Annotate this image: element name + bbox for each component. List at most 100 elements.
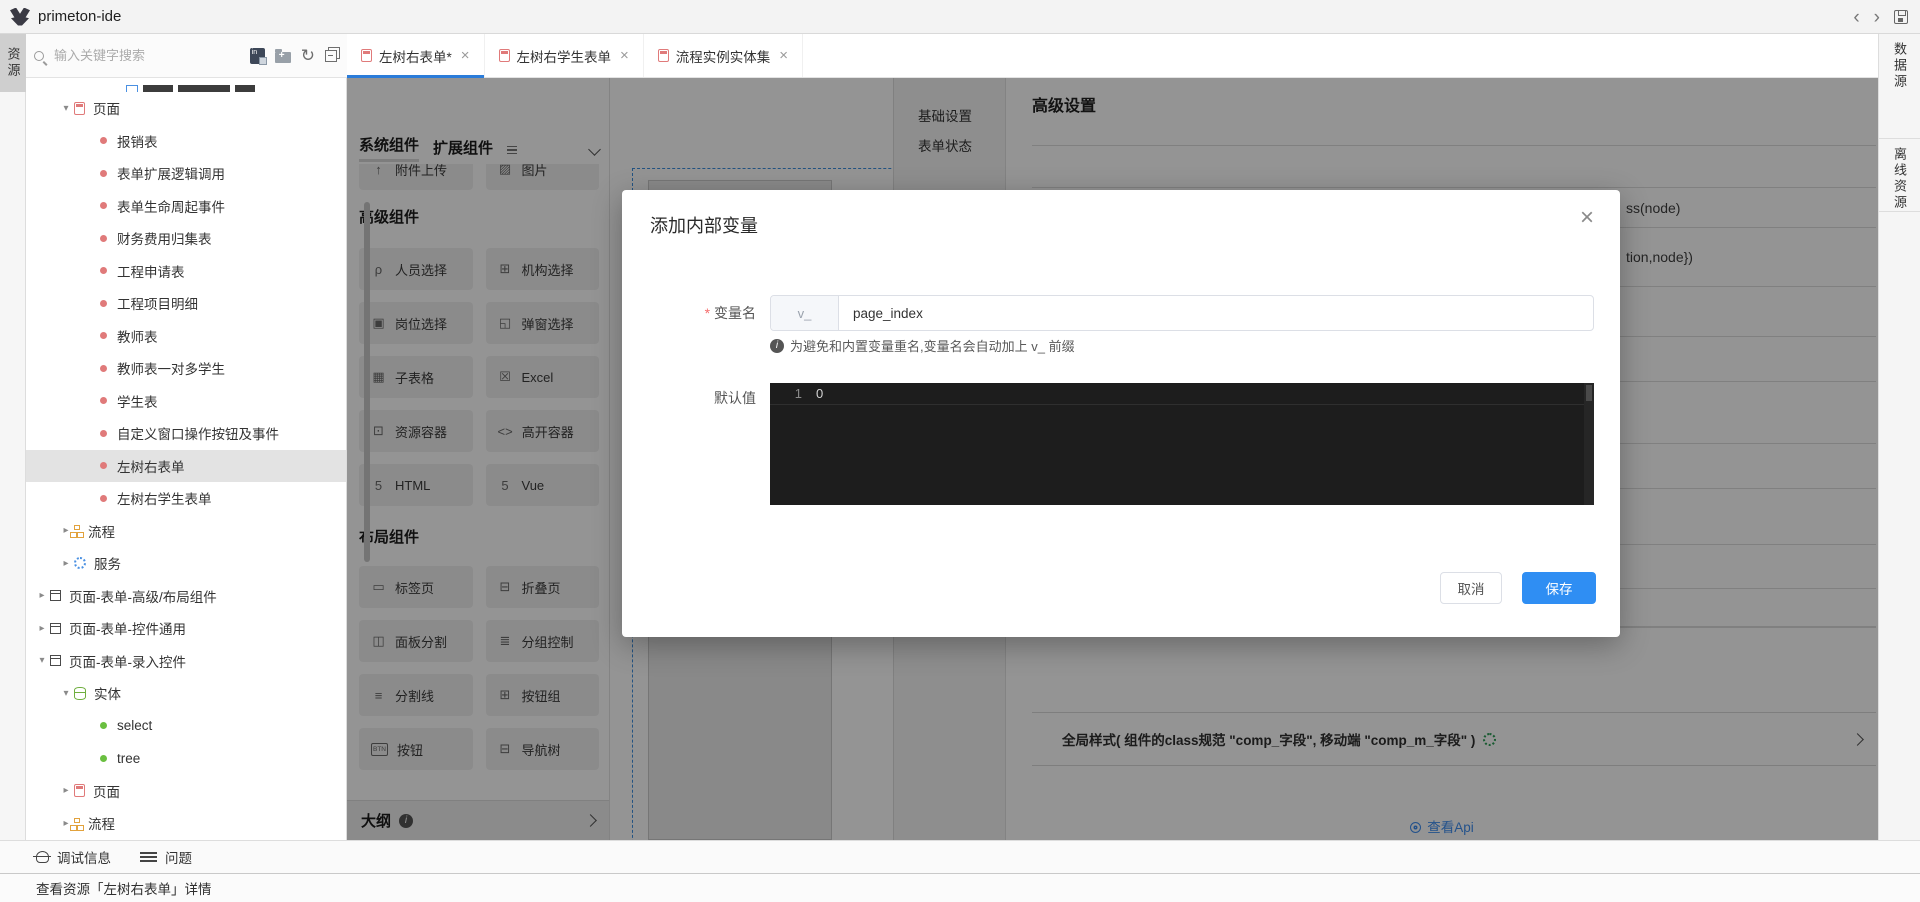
tree-item[interactable]: 教师表: [26, 320, 346, 353]
tree-item-label: 左树右学生表单: [117, 488, 212, 508]
issues-button[interactable]: 问题: [145, 847, 192, 867]
refresh-icon[interactable]: ↻: [301, 47, 315, 64]
right-strip-tab[interactable]: 离线资源: [1879, 139, 1920, 212]
tab-close-icon[interactable]: ×: [461, 47, 470, 64]
tree-item-label: 工程申请表: [117, 261, 185, 281]
tree-item-icon: [50, 590, 61, 601]
activity-strip: 资源: [0, 34, 26, 840]
save-icon[interactable]: [1894, 10, 1908, 24]
tree-item-label: 页面-表单-控件通用: [69, 618, 186, 638]
expand-arrow-icon[interactable]: [34, 623, 50, 634]
debug-icon: [36, 851, 49, 863]
expand-arrow-icon[interactable]: [58, 785, 74, 796]
tree-item-icon: [50, 655, 61, 666]
editor-scrollbar[interactable]: [1584, 383, 1594, 505]
new-folder-icon[interactable]: [275, 52, 291, 63]
tree-item-icon: [74, 687, 86, 700]
tree-item-label: 页面: [93, 98, 120, 118]
expand-arrow-icon[interactable]: [58, 688, 74, 699]
tree-item[interactable]: 页面: [26, 92, 346, 125]
tree-item[interactable]: 左树右学生表单: [26, 482, 346, 515]
add-internal-variable-dialog: 添加内部变量 × 变量名 v_ i 为避免和内置变量重名,变量名会自动加上 v_…: [622, 190, 1620, 637]
tree-item-icon: [100, 300, 107, 307]
resource-tree: 页面 报销表 表单扩展逻辑调用 表单生命周起事件 财务费用归集表: [26, 92, 346, 840]
dialog-close-icon[interactable]: ×: [1580, 206, 1594, 230]
tree-item[interactable]: 页面-表单-控件通用: [26, 612, 346, 645]
tree-item-icon: [50, 623, 61, 634]
editor-tab[interactable]: 左树右表单* ×: [347, 34, 485, 77]
tree-item[interactable]: 流程: [26, 807, 346, 840]
tree-item-label: 服务: [94, 553, 121, 573]
app-logo-icon: [10, 8, 30, 26]
activity-tab-resources[interactable]: 资源: [0, 34, 26, 92]
tree-item-icon: [74, 784, 85, 797]
tree-item[interactable]: tree: [26, 742, 346, 775]
collapse-all-icon[interactable]: [325, 50, 337, 62]
tree-item[interactable]: 左树右表单: [26, 450, 346, 483]
tree-item-icon: [100, 462, 107, 469]
tree-item[interactable]: 表单生命周起事件: [26, 190, 346, 223]
tree-item[interactable]: 工程项目明细: [26, 287, 346, 320]
default-value-code-editor[interactable]: 1 0: [770, 383, 1594, 505]
tree-item-label: 实体: [94, 683, 121, 703]
nav-forward-icon[interactable]: ›: [1874, 8, 1880, 27]
tree-item-icon: [100, 170, 107, 177]
tree-item-icon: [100, 332, 107, 339]
search-input[interactable]: [52, 47, 192, 64]
tab-close-icon[interactable]: ×: [620, 47, 629, 64]
tab-label: 流程实例实体集: [676, 46, 771, 66]
partial-tree-item: [26, 78, 346, 92]
expand-arrow-icon[interactable]: [34, 590, 50, 601]
tree-item[interactable]: 服务: [26, 547, 346, 580]
tree-item[interactable]: 工程申请表: [26, 255, 346, 288]
hint-info-icon: i: [770, 339, 784, 353]
line-number: 1: [770, 383, 816, 404]
tree-item-icon: [74, 525, 80, 530]
tree-item[interactable]: 页面: [26, 775, 346, 808]
new-resource-icon[interactable]: [250, 48, 265, 64]
tree-item-label: 页面-表单-录入控件: [69, 651, 186, 671]
tree-item[interactable]: select: [26, 710, 346, 743]
tree-item-icon: [100, 397, 107, 404]
save-button[interactable]: 保存: [1522, 572, 1596, 604]
tree-item[interactable]: 实体: [26, 677, 346, 710]
tree-item-icon: [100, 235, 107, 242]
tree-item[interactable]: 表单扩展逻辑调用: [26, 157, 346, 190]
search-icon: [34, 51, 44, 61]
expand-arrow-icon[interactable]: [58, 103, 74, 114]
resource-tree-panel: 页面 报销表 表单扩展逻辑调用 表单生命周起事件 财务费用归集表: [26, 78, 347, 840]
tree-item-icon: [100, 430, 107, 437]
tree-item[interactable]: 财务费用归集表: [26, 222, 346, 255]
tree-item[interactable]: 页面-表单-高级/布局组件: [26, 580, 346, 613]
debug-info-button[interactable]: 调试信息: [36, 847, 111, 867]
editor-tab[interactable]: 左树右学生表单 ×: [485, 34, 644, 77]
expand-arrow-icon[interactable]: [58, 558, 74, 569]
tree-item[interactable]: 页面-表单-录入控件: [26, 645, 346, 678]
tree-item[interactable]: 报销表: [26, 125, 346, 158]
variable-name-input-group: v_: [770, 295, 1594, 331]
tab-file-icon: [658, 49, 669, 62]
variable-prefix: v_: [771, 296, 839, 330]
variable-name-input[interactable]: [839, 296, 1593, 330]
tree-item[interactable]: 教师表一对多学生: [26, 352, 346, 385]
tree-item[interactable]: 学生表: [26, 385, 346, 418]
nav-back-icon[interactable]: ‹: [1853, 8, 1859, 27]
tree-item-label: 报销表: [117, 131, 158, 151]
editor-tab[interactable]: 流程实例实体集 ×: [644, 34, 803, 77]
right-strip-tab[interactable]: 数据源: [1879, 34, 1920, 139]
tree-item-label: 页面-表单-高级/布局组件: [69, 586, 217, 606]
tree-item[interactable]: 自定义窗口操作按钮及事件: [26, 417, 346, 450]
tab-label: 左树右表单*: [379, 46, 452, 66]
cancel-button[interactable]: 取消: [1440, 572, 1502, 604]
tree-item-label: 自定义窗口操作按钮及事件: [117, 423, 279, 443]
tree-item[interactable]: 流程: [26, 515, 346, 548]
tree-item-label: tree: [117, 751, 140, 766]
bottom-panel-bar: 调试信息 问题: [0, 840, 1920, 873]
primeton-ide-window: primeton-ide ‹ › 资源 ↻ 左树右表单* ×: [0, 0, 1920, 902]
expand-arrow-icon[interactable]: [34, 655, 50, 666]
activity-tab-label: 资源: [4, 47, 23, 79]
code-text: 0: [816, 383, 823, 404]
tree-item-label: 教师表: [117, 326, 158, 346]
tab-close-icon[interactable]: ×: [779, 47, 788, 64]
dialog-title: 添加内部变量: [650, 212, 758, 238]
